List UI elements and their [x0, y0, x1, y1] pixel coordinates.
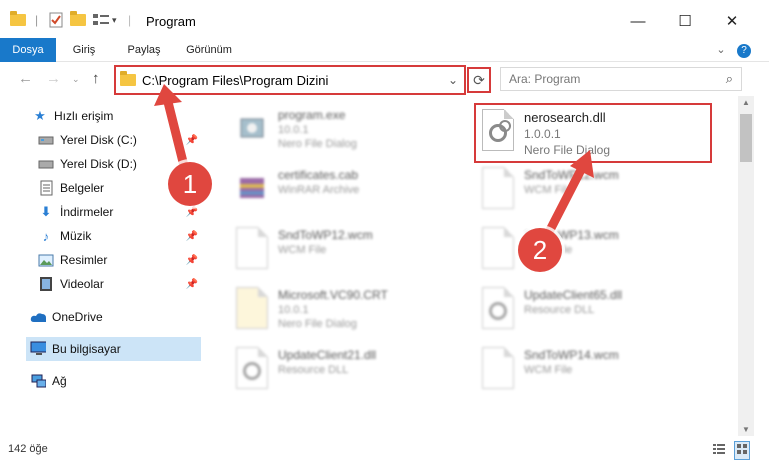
- details-view-icon[interactable]: [712, 442, 726, 459]
- tiles-view-icon[interactable]: [734, 441, 750, 460]
- arrow-head: [154, 84, 182, 106]
- callout-badge-1: 1: [168, 162, 212, 206]
- item-count: 142 öğe: [8, 443, 48, 455]
- status-bar: 142 öğe: [0, 436, 769, 462]
- annotation-arrows: [154, 84, 594, 239]
- callout-badge-2: 2: [518, 228, 562, 272]
